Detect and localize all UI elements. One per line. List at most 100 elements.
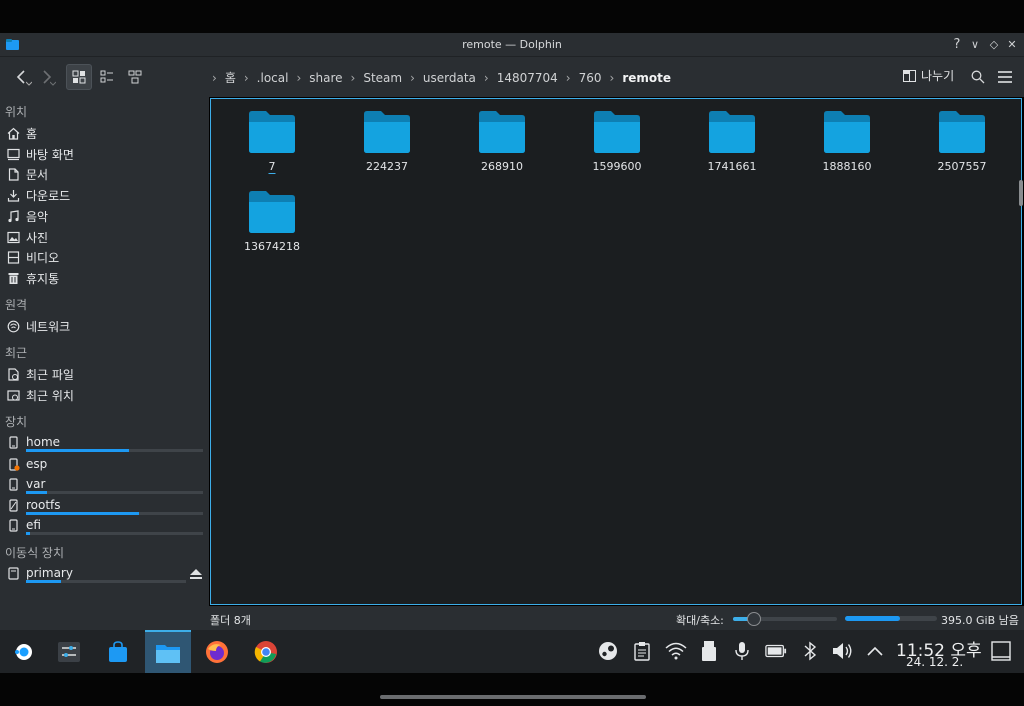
desktop-icon <box>6 147 20 161</box>
battery-icon[interactable] <box>765 640 787 662</box>
breadcrumb-share[interactable]: share <box>309 71 342 85</box>
folder-item[interactable]: 1888160 <box>797 110 897 173</box>
back-button[interactable] <box>10 65 32 89</box>
forward-button[interactable] <box>36 65 58 89</box>
place-label: 사진 <box>26 230 49 245</box>
device-rootfs-usage-bar <box>26 512 203 515</box>
folder-item[interactable]: 1599600 <box>567 110 667 173</box>
volume-icon[interactable] <box>832 640 854 662</box>
split-view-button[interactable]: 나누기 <box>903 67 954 84</box>
eject-icon[interactable] <box>190 569 202 579</box>
breadcrumb-user-id[interactable]: 14807704 <box>497 71 558 85</box>
place-label: 최근 위치 <box>26 388 74 403</box>
folder-icon <box>824 111 870 153</box>
details-view-button[interactable] <box>122 64 148 90</box>
clipboard-icon[interactable] <box>631 640 653 662</box>
compact-view-button[interactable] <box>94 64 120 90</box>
application-launcher[interactable] <box>0 630 46 673</box>
zoom-slider[interactable] <box>733 612 837 626</box>
place-home[interactable]: 홈 <box>6 124 37 142</box>
folder-item[interactable]: 1741661 <box>682 110 782 173</box>
hamburger-menu-icon <box>998 71 1012 83</box>
breadcrumb-userdata[interactable]: userdata <box>423 71 476 85</box>
breadcrumb-separator[interactable]: › <box>351 71 356 85</box>
breadcrumb-separator[interactable]: › <box>244 71 249 85</box>
forward-dropdown-icon <box>50 81 56 86</box>
place-label: 바탕 화면 <box>26 147 74 162</box>
scrollbar-handle[interactable] <box>1019 180 1023 206</box>
folder-item[interactable]: 224237 <box>337 110 437 173</box>
steamos-logo-icon <box>15 643 32 660</box>
breadcrumb-local[interactable]: .local <box>257 71 289 85</box>
drive-locked-icon <box>6 498 20 512</box>
drive-icon <box>6 518 20 532</box>
usb-device-icon[interactable] <box>698 640 720 662</box>
breadcrumb-current[interactable]: remote <box>622 71 671 85</box>
folder-name: 1741661 <box>707 160 757 173</box>
folder-name: 2507557 <box>937 160 987 173</box>
place-downloads[interactable]: 다운로드 <box>6 186 70 204</box>
section-removable-heading: 이동식 장치 <box>5 546 65 560</box>
breadcrumb-separator[interactable]: › <box>566 71 571 85</box>
menu-button[interactable] <box>995 65 1015 89</box>
breadcrumb-home[interactable]: 홈 <box>225 69 236 86</box>
clock-date[interactable]: 24. 12. 2. <box>906 655 963 669</box>
bluetooth-icon[interactable] <box>799 640 821 662</box>
steam-tray-icon[interactable] <box>597 640 619 662</box>
folder-item[interactable]: 268910 <box>452 110 552 173</box>
breadcrumb-root-separator[interactable]: › <box>212 71 217 85</box>
show-desktop-button[interactable] <box>990 640 1012 662</box>
place-music[interactable]: 음악 <box>6 207 48 225</box>
dolphin-task[interactable] <box>145 630 191 673</box>
breadcrumb-760[interactable]: 760 <box>579 71 602 85</box>
zoom-slider-handle[interactable] <box>746 612 761 626</box>
place-videos[interactable]: 비디오 <box>6 248 59 266</box>
file-view[interactable]: 7 224237 268910 1599600 1741661 1888160 … <box>210 98 1022 605</box>
breadcrumb-separator[interactable]: › <box>410 71 415 85</box>
folder-item[interactable]: 2507557 <box>912 110 1012 173</box>
device-esp[interactable]: esp <box>6 455 47 473</box>
folder-icon <box>249 111 295 153</box>
microphone-icon[interactable] <box>731 640 753 662</box>
search-button[interactable] <box>968 65 988 89</box>
home-indicator-bar <box>380 695 646 699</box>
breadcrumb-separator[interactable]: › <box>610 71 615 85</box>
recent-files-icon <box>6 367 20 381</box>
icons-view-button[interactable] <box>66 64 92 90</box>
discover-store-task[interactable] <box>95 630 141 673</box>
title-bar: remote — Dolphin ? ∨ ◇ ✕ <box>0 33 1024 57</box>
place-label: 문서 <box>26 167 49 182</box>
place-desktop[interactable]: 바탕 화면 <box>6 145 74 163</box>
document-icon <box>6 167 20 181</box>
folder-icon <box>594 111 640 153</box>
wifi-icon[interactable] <box>665 640 687 662</box>
breadcrumb-separator[interactable]: › <box>484 71 489 85</box>
help-button[interactable]: ? <box>948 36 966 54</box>
breadcrumb-separator[interactable]: › <box>296 71 301 85</box>
place-label: 홈 <box>26 126 38 141</box>
trash-icon <box>6 271 20 285</box>
folder-name: 1888160 <box>822 160 872 173</box>
place-pictures[interactable]: 사진 <box>6 228 48 246</box>
chrome-task[interactable] <box>243 630 289 673</box>
minimize-button[interactable]: ∨ <box>966 36 984 54</box>
breadcrumb-steam[interactable]: Steam <box>363 71 402 85</box>
device-var-usage-fill <box>26 491 48 494</box>
firefox-task[interactable] <box>194 630 240 673</box>
close-button[interactable]: ✕ <box>1003 36 1021 54</box>
chevron-up-icon[interactable] <box>864 640 886 662</box>
folder-item[interactable]: 13674218 <box>222 190 322 253</box>
folder-item[interactable]: 7 <box>222 110 322 173</box>
search-icon <box>971 70 985 84</box>
place-trash[interactable]: 휴지통 <box>6 269 59 287</box>
system-settings-task[interactable] <box>46 630 92 673</box>
maximize-button[interactable]: ◇ <box>985 36 1003 54</box>
place-documents[interactable]: 문서 <box>6 165 48 183</box>
place-recent-files[interactable]: 최근 파일 <box>6 365 74 383</box>
place-network[interactable]: 네트워크 <box>6 317 70 335</box>
toolbar: › 홈 › .local › share › Steam › userdata … <box>0 57 1024 97</box>
split-view-label: 나누기 <box>921 69 955 83</box>
place-recent-locations[interactable]: 최근 위치 <box>6 386 74 404</box>
place-label: 다운로드 <box>26 188 71 203</box>
place-label: 최근 파일 <box>26 367 74 382</box>
